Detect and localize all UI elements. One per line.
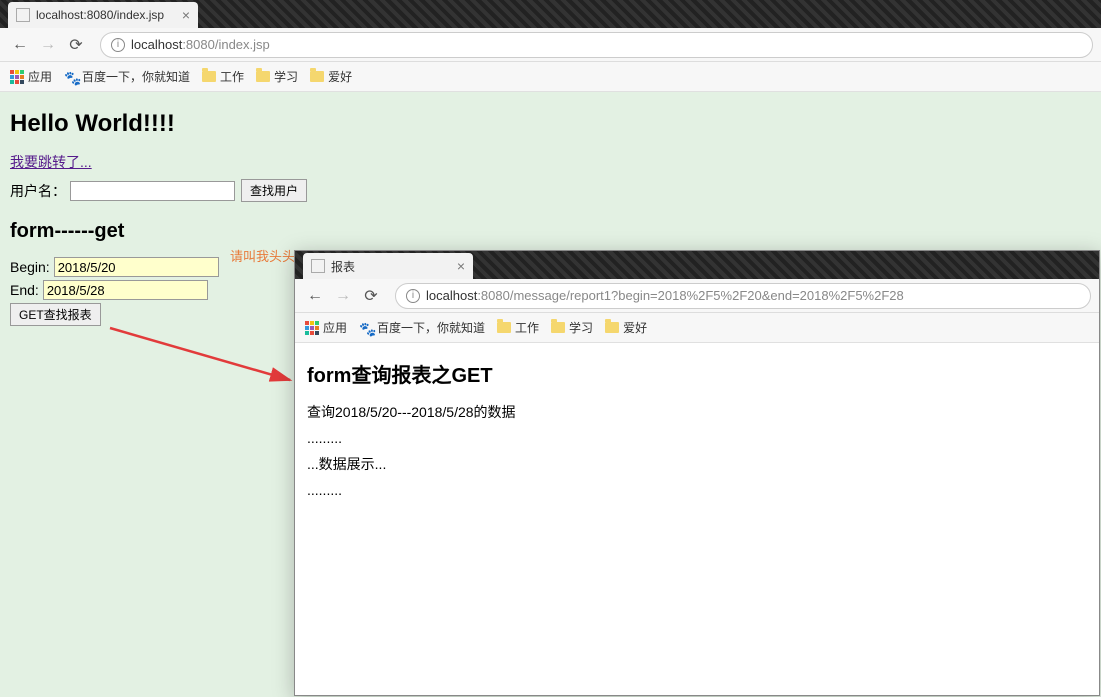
bookmarks-bar: 应用 🐾 百度一下，你就知道 工作 学习 爱好	[0, 62, 1101, 92]
result-line: .........	[307, 482, 1087, 498]
result-line: 查询2018/5/20---2018/5/28的数据	[307, 402, 1087, 422]
apps-button[interactable]: 应用	[10, 68, 52, 85]
username-label: 用户名：	[10, 181, 66, 201]
close-icon[interactable]: ×	[182, 7, 190, 23]
get-report-button[interactable]: GET查找报表	[10, 303, 101, 326]
folder-icon	[551, 322, 565, 333]
reload-button[interactable]: ⟳	[64, 33, 88, 57]
tab-title: localhost:8080/index.jsp	[36, 8, 164, 22]
close-icon[interactable]: ×	[457, 258, 465, 274]
page-icon	[16, 8, 30, 22]
paw-icon: 🐾	[359, 321, 373, 335]
result-line: .........	[307, 430, 1087, 446]
url-host: localhost	[426, 288, 477, 303]
bookmark-folder-hobby[interactable]: 爱好	[605, 319, 647, 336]
address-bar[interactable]: i localhost:8080/index.jsp	[100, 32, 1093, 58]
bookmark-folder-study[interactable]: 学习	[256, 68, 298, 85]
back-button[interactable]: ←	[303, 284, 327, 308]
url-path: :8080/message/report1	[477, 288, 611, 303]
url-path: :8080/index.jsp	[182, 37, 269, 52]
reload-button[interactable]: ⟳	[359, 284, 383, 308]
bookmark-folder-work[interactable]: 工作	[202, 68, 244, 85]
toolbar: ← → ⟳ i localhost:8080/message/report1?b…	[295, 279, 1099, 313]
username-input[interactable]	[70, 181, 235, 201]
search-user-button[interactable]: 查找用户	[241, 179, 307, 202]
end-input[interactable]	[43, 280, 208, 300]
bookmark-label: 百度一下，你就知道	[82, 68, 190, 85]
bookmark-folder-work[interactable]: 工作	[497, 319, 539, 336]
end-label: End:	[10, 282, 39, 298]
info-icon[interactable]: i	[111, 38, 125, 52]
folder-icon	[497, 322, 511, 333]
url-host: localhost	[131, 37, 182, 52]
page-icon	[311, 259, 325, 273]
apps-label: 应用	[323, 319, 347, 336]
tab-bar: 报表 ×	[295, 251, 1099, 279]
folder-icon	[202, 71, 216, 82]
folder-icon	[605, 322, 619, 333]
bookmarks-bar: 应用 🐾 百度一下，你就知道 工作 学习 爱好	[295, 313, 1099, 343]
address-bar[interactable]: i localhost:8080/message/report1?begin=2…	[395, 283, 1091, 309]
apps-label: 应用	[28, 68, 52, 85]
folder-icon	[256, 71, 270, 82]
info-icon[interactable]: i	[406, 289, 420, 303]
bookmark-baidu[interactable]: 🐾 百度一下，你就知道	[359, 319, 485, 336]
bookmark-label: 爱好	[328, 68, 352, 85]
forward-button: →	[36, 33, 60, 57]
url-query: ?begin=2018%2F5%2F20&end=2018%2F5%2F28	[611, 288, 904, 303]
tab-bar: localhost:8080/index.jsp ×	[0, 0, 1101, 28]
bookmark-label: 爱好	[623, 319, 647, 336]
bookmark-folder-study[interactable]: 学习	[551, 319, 593, 336]
back-button[interactable]: ←	[8, 33, 32, 57]
bookmark-folder-hobby[interactable]: 爱好	[310, 68, 352, 85]
bookmark-label: 工作	[515, 319, 539, 336]
forward-button: →	[331, 284, 355, 308]
page-heading: Hello World!!!!	[10, 110, 1091, 138]
apps-icon	[10, 70, 24, 84]
formget-heading: form------get	[10, 220, 1091, 243]
jump-link[interactable]: 我要跳转了...	[10, 152, 92, 172]
browser-tab[interactable]: 报表 ×	[303, 253, 473, 279]
begin-label: Begin:	[10, 259, 50, 275]
page-heading: form查询报表之GET	[307, 359, 1087, 388]
username-row: 用户名： 查找用户	[10, 179, 1091, 202]
secondary-window: 报表 × ← → ⟳ i localhost:8080/message/repo…	[294, 250, 1100, 696]
result-line: ...数据展示...	[307, 454, 1087, 474]
browser-tab[interactable]: localhost:8080/index.jsp ×	[8, 2, 198, 28]
bookmark-label: 学习	[569, 319, 593, 336]
apps-button[interactable]: 应用	[305, 319, 347, 336]
paw-icon: 🐾	[64, 70, 78, 84]
bookmark-label: 工作	[220, 68, 244, 85]
bookmark-label: 学习	[274, 68, 298, 85]
folder-icon	[310, 71, 324, 82]
page-content: form查询报表之GET 查询2018/5/20---2018/5/28的数据 …	[295, 343, 1099, 510]
bookmark-label: 百度一下，你就知道	[377, 319, 485, 336]
begin-input[interactable]	[54, 257, 219, 277]
tab-title: 报表	[331, 258, 355, 275]
apps-icon	[305, 321, 319, 335]
toolbar: ← → ⟳ i localhost:8080/index.jsp	[0, 28, 1101, 62]
bookmark-baidu[interactable]: 🐾 百度一下，你就知道	[64, 68, 190, 85]
